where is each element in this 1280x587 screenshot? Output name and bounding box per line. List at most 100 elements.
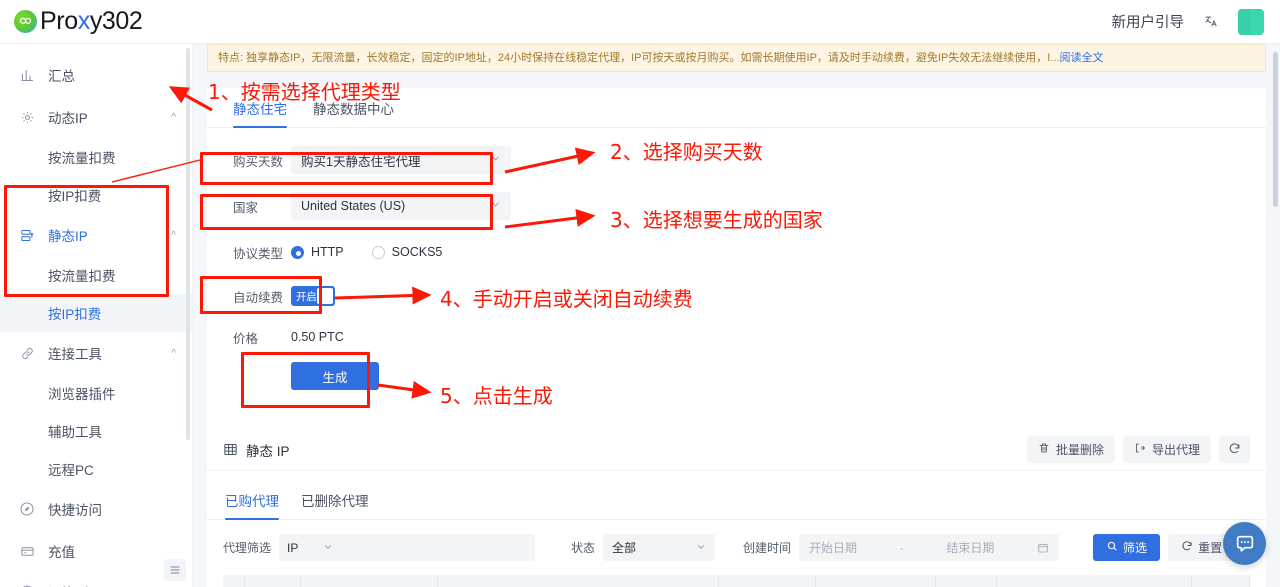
logo-text: Proxy302 xyxy=(40,7,143,35)
export-icon xyxy=(1134,442,1146,457)
search-icon xyxy=(1106,540,1118,555)
sidebar-item-summary[interactable]: 汇总 xyxy=(0,54,192,96)
proxy302-logo-icon xyxy=(14,10,37,33)
radio-http[interactable]: HTTP xyxy=(291,245,344,259)
form-row-generate: 生成 xyxy=(233,362,1240,390)
proxy-type-tabs: 静态住宅 静态数据中心 xyxy=(207,88,1266,128)
form-row-protocol: 协议类型 HTTP SOCKS5 xyxy=(233,238,1240,266)
sidebar-scrollbar[interactable] xyxy=(186,48,190,440)
compass-icon xyxy=(18,500,36,518)
sidebar-item-remote-pc[interactable]: 远程PC xyxy=(0,450,192,488)
days-select-value: 购买1天静态住宅代理 xyxy=(301,154,421,169)
translate-icon[interactable] xyxy=(1198,9,1224,35)
chevron-up-icon: ^ xyxy=(171,229,176,241)
autorenew-toggle[interactable]: 开启 xyxy=(291,286,335,306)
proxy-table-header xyxy=(223,575,1250,587)
tab-static-residential[interactable]: 静态住宅 xyxy=(233,98,287,128)
sidebar-item-label: 快捷访问 xyxy=(48,503,102,518)
autorenew-state-text: 开启 xyxy=(296,290,317,303)
tab-purchased-proxies[interactable]: 已购代理 xyxy=(225,490,279,520)
tab-deleted-proxies[interactable]: 已删除代理 xyxy=(301,490,369,519)
status-select[interactable]: 全部 xyxy=(603,534,716,561)
chat-bubble-icon[interactable] xyxy=(1223,522,1266,565)
feature-notice-banner: 特点: 独享静态IP，无限流量，长效稳定，固定的IP地址，24小时保持在线稳定代… xyxy=(207,44,1266,72)
logo[interactable]: Proxy302 xyxy=(0,7,143,35)
reset-filter-label: 重置 xyxy=(1198,541,1223,555)
trash-icon xyxy=(1038,442,1050,457)
table-header-cell xyxy=(719,575,817,587)
table-header-cell xyxy=(301,575,438,587)
read-more-link[interactable]: 阅读全文 xyxy=(1060,52,1104,64)
search-filter-button[interactable]: 筛选 xyxy=(1093,534,1161,561)
sidebar: 汇总 动态IP ^ 按流量扣费 按IP扣费 静态IP ^ 按流量扣费 按IP扣费… xyxy=(0,44,193,587)
refresh-icon xyxy=(1228,442,1241,458)
radio-dot-icon xyxy=(291,245,304,259)
date-range-picker[interactable]: 开始日期 - 结束日期 xyxy=(799,534,1060,561)
sidebar-item-helper-tools[interactable]: 辅助工具 xyxy=(0,412,192,450)
avatar[interactable] xyxy=(1238,8,1264,35)
sidebar-item-dynamic-traffic-billing[interactable]: 按流量扣费 xyxy=(0,138,192,176)
logo-text-part2: y302 xyxy=(89,7,143,35)
sidebar-item-dynamic-ip-billing[interactable]: 按IP扣费 xyxy=(0,176,192,214)
table-header-cell xyxy=(816,575,936,587)
form-row-autorenew: 自动续费 开启 xyxy=(233,282,1240,310)
new-user-guide-link[interactable]: 新用户引导 xyxy=(1112,11,1185,32)
proxy-filter-input[interactable] xyxy=(341,534,536,561)
switch-icon xyxy=(18,583,36,587)
country-select[interactable]: United States (US) xyxy=(291,192,511,220)
days-select[interactable]: 购买1天静态住宅代理 xyxy=(291,146,511,174)
notice-text: 特点: 独享静态IP，无限流量，长效稳定，固定的IP地址，24小时保持在线稳定代… xyxy=(218,52,1060,64)
refresh-button[interactable] xyxy=(1219,436,1250,463)
table-header-cell xyxy=(997,575,1193,587)
form-row-country: 国家 United States (US) xyxy=(233,192,1240,220)
autorenew-label: 自动续费 xyxy=(233,290,284,305)
table-header-cell xyxy=(245,575,301,587)
proxy-filter-label: 代理筛选 xyxy=(223,541,272,555)
sidebar-item-static-ip-billing[interactable]: 按IP扣费 xyxy=(0,294,192,332)
form-row-price: 价格 0.50 PTC xyxy=(233,326,1240,348)
main-content: 特点: 独享静态IP，无限流量，长效稳定，固定的IP地址，24小时保持在线稳定代… xyxy=(193,44,1280,587)
purchase-card: 静态住宅 静态数据中心 购买天数 购买1天静态住宅代理 国家 United St… xyxy=(207,88,1266,468)
sidebar-item-static-traffic-billing[interactable]: 按流量扣费 xyxy=(0,256,192,294)
list-tabs: 已购代理 已删除代理 xyxy=(207,480,1266,520)
sidebar-item-label: 远程PC xyxy=(48,463,94,478)
days-label: 购买天数 xyxy=(233,154,284,169)
chevron-down-icon xyxy=(490,153,501,167)
date-end-placeholder: 结束日期 xyxy=(946,541,995,555)
sidebar-item-browser-extension[interactable]: 浏览器插件 xyxy=(0,374,192,412)
list-filters: 代理筛选 IP 状态 全部 创建时间 开始日期 - 结束日期 筛选 重置 xyxy=(207,520,1266,561)
table-header-cell xyxy=(438,575,719,587)
radio-socks5[interactable]: SOCKS5 xyxy=(371,245,442,259)
page-scrollbar[interactable] xyxy=(1273,52,1278,207)
proxy-type-select[interactable]: IP xyxy=(279,534,342,561)
tab-static-datacenter[interactable]: 静态数据中心 xyxy=(313,98,394,127)
date-start-placeholder: 开始日期 xyxy=(809,541,858,555)
sidebar-item-dynamic-ip[interactable]: 动态IP ^ xyxy=(0,96,192,138)
status-value: 全部 xyxy=(612,541,637,555)
proxy-type-value: IP xyxy=(287,540,299,555)
chevron-down-icon xyxy=(696,542,706,554)
sidebar-item-quick-access[interactable]: 快捷访问 xyxy=(0,488,192,530)
header-actions: 新用户引导 xyxy=(1112,8,1280,35)
batch-delete-button[interactable]: 批量删除 xyxy=(1026,436,1115,463)
generate-button[interactable]: 生成 xyxy=(291,362,379,390)
price-label: 价格 xyxy=(233,331,259,346)
app-root: Proxy302 新用户引导 汇总 动态IP ^ 按流量扣费 按IP扣费 静态I… xyxy=(0,0,1280,587)
list-card-title-text: 静态 IP xyxy=(246,443,290,459)
chart-bar-icon xyxy=(18,66,36,84)
sidebar-item-label: 按IP扣费 xyxy=(48,189,102,204)
table-icon xyxy=(223,442,238,457)
collapse-sidebar-icon[interactable] xyxy=(164,559,186,581)
gear-ip-icon xyxy=(18,108,36,126)
table-header-cell xyxy=(223,575,245,587)
country-label: 国家 xyxy=(233,200,259,215)
calendar-icon xyxy=(1037,542,1049,554)
sidebar-item-label: 动态IP xyxy=(48,111,88,126)
sidebar-item-static-ip[interactable]: 静态IP ^ xyxy=(0,214,192,256)
sidebar-item-connect-tools[interactable]: 连接工具 ^ xyxy=(0,332,192,374)
protocol-radio-group: HTTP SOCKS5 xyxy=(291,245,442,259)
export-proxy-button[interactable]: 导出代理 xyxy=(1122,436,1211,463)
logo-text-x: x xyxy=(77,7,91,35)
logo-text-part1: Pro xyxy=(40,7,78,35)
refresh-icon xyxy=(1181,540,1193,555)
